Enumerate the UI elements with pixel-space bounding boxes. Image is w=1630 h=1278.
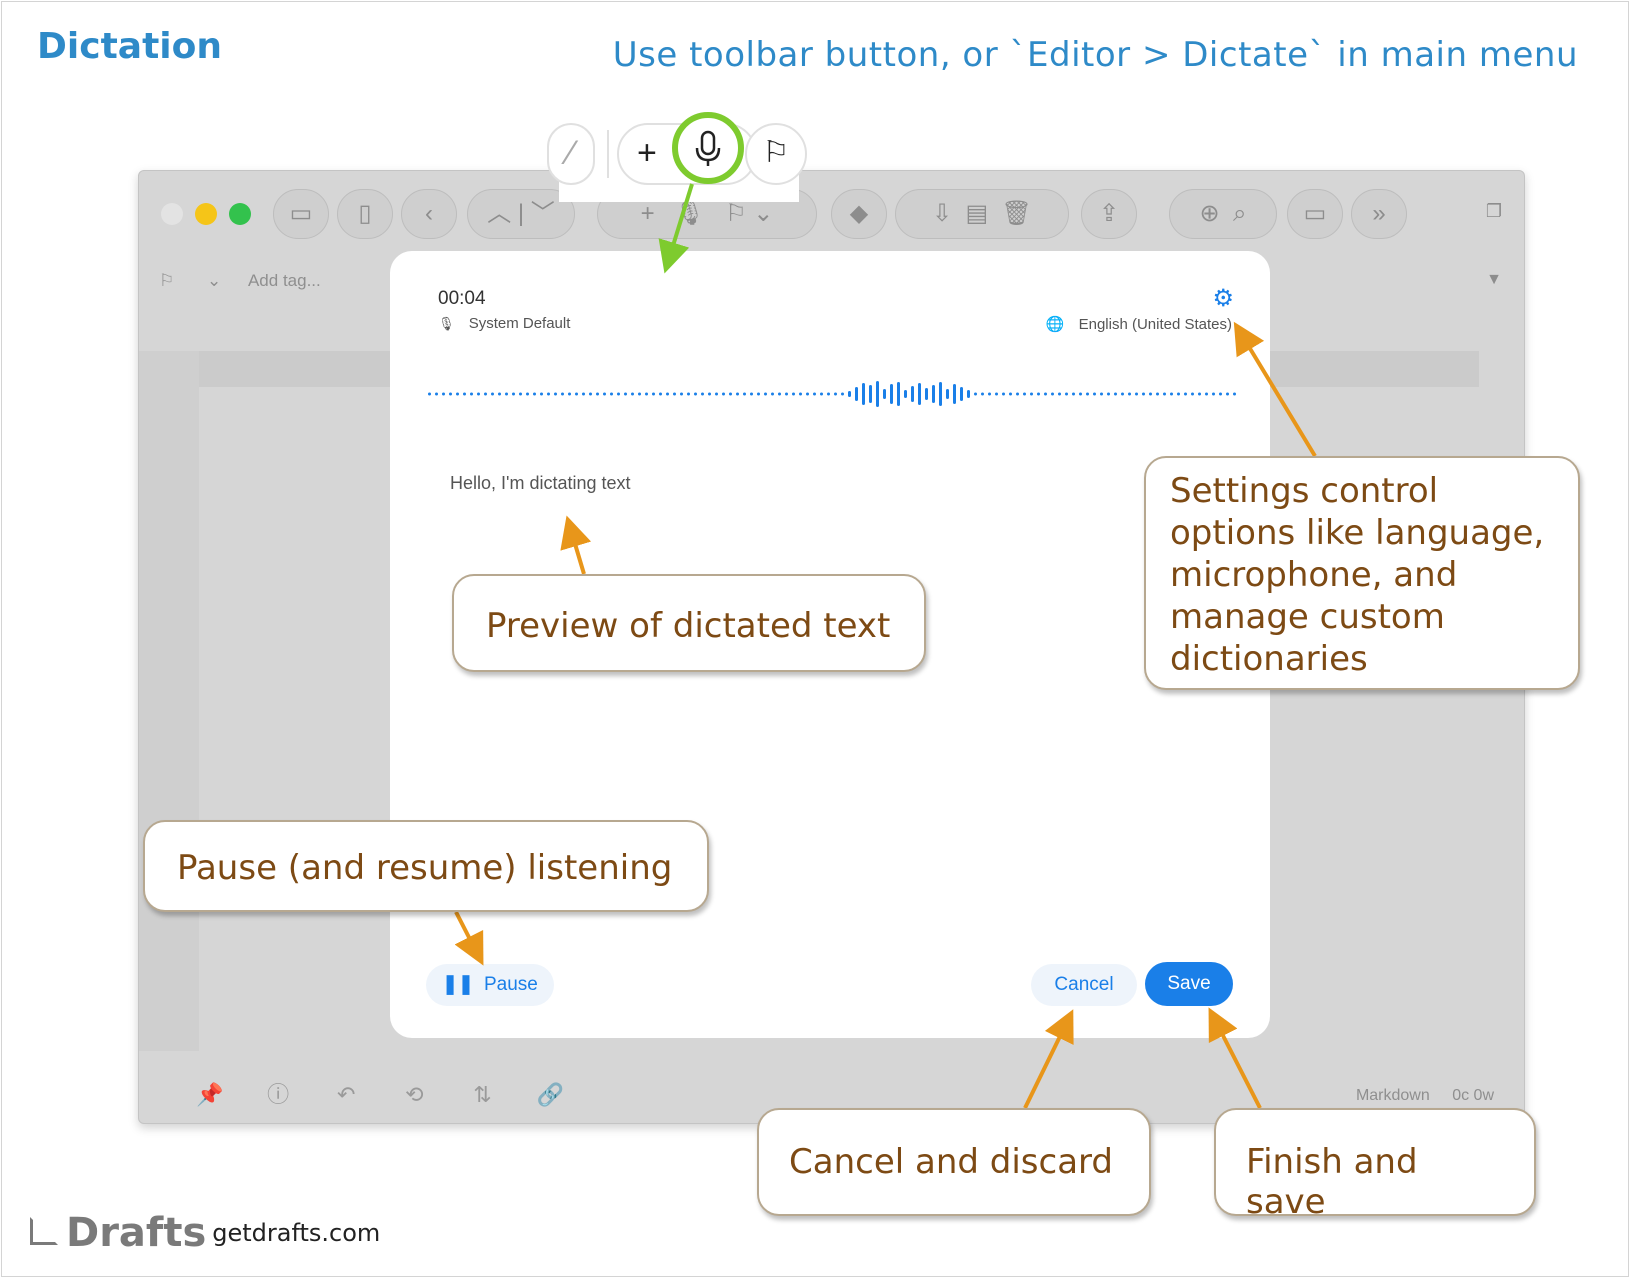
callout-pause: Pause (and resume) listening <box>143 820 709 912</box>
brand-name: Drafts <box>66 1210 207 1256</box>
callout-cancel: Cancel and discard <box>757 1108 1151 1216</box>
arrow-settings <box>1233 321 1317 458</box>
arrow-pause <box>454 911 484 966</box>
drafts-logo-icon <box>30 1217 58 1245</box>
site-url: getdrafts.com <box>212 1219 381 1247</box>
arrow-preview <box>560 515 592 575</box>
drafts-logo: Drafts getdrafts.com <box>30 1210 380 1256</box>
arrow-save <box>1208 1007 1262 1109</box>
callout-save: Finish and save <box>1214 1108 1536 1222</box>
callout-preview: Preview of dictated text <box>452 574 926 672</box>
arrow-cancel <box>1023 1009 1074 1109</box>
arrow-toolbar-to-dialog <box>658 183 694 274</box>
callout-settings: Settings control options like language, … <box>1144 456 1580 690</box>
